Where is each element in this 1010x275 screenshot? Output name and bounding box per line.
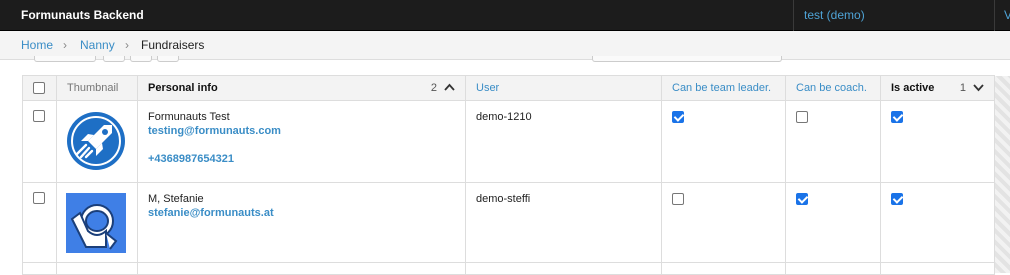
email-link[interactable]: stefanie@formunauts.at [148, 207, 455, 219]
scroll-region [994, 76, 1010, 273]
coach-cell [785, 182, 881, 263]
sort-order: 2 [430, 82, 437, 94]
column-user[interactable]: User [465, 75, 662, 101]
personal-info-cell: M, Stefanie stefanie@formunauts.at [137, 182, 466, 263]
user-cell: demo-1210 [465, 100, 662, 183]
phone-link[interactable]: +4368987654321 [148, 153, 455, 165]
topbar-menu-item[interactable]: V [1004, 8, 1010, 22]
team-leader-checkbox[interactable] [672, 111, 684, 123]
table-header-row: Thumbnail Personal info 2 User Can be te… [22, 75, 995, 101]
thumbnail-cell [56, 182, 138, 263]
active-cell [880, 100, 995, 183]
row-select-cell [22, 100, 57, 183]
top-bar: Formunauts Backend test (demo) V [0, 0, 1010, 31]
toolbar-button[interactable] [103, 56, 125, 62]
active-checkbox[interactable] [891, 111, 903, 123]
column-personal-info[interactable]: Personal info 2 [137, 75, 466, 101]
chevron-right-icon: › [63, 38, 67, 52]
coach-cell [785, 100, 881, 183]
column-is-active[interactable]: Is active 1 [880, 75, 995, 101]
email-link[interactable]: testing@formunauts.com [148, 125, 455, 137]
username: demo-steffi [476, 193, 531, 205]
search-input[interactable] [592, 56, 782, 62]
table-row[interactable]: M, Stefanie stefanie@formunauts.at demo-… [22, 182, 995, 263]
column-team-leader[interactable]: Can be team leader. [661, 75, 786, 101]
coach-checkbox[interactable] [796, 111, 808, 123]
column-label: Personal info [148, 82, 218, 94]
row-select-cell [22, 182, 57, 263]
toolbar-button[interactable] [130, 56, 152, 62]
select-all-checkbox[interactable] [33, 82, 45, 94]
rocket-icon [67, 112, 125, 170]
row-checkbox[interactable] [33, 110, 45, 122]
fundraiser-name: Formunauts Test [148, 111, 230, 123]
team-leader-cell [661, 182, 786, 263]
divider [793, 0, 794, 31]
breadcrumb-home[interactable]: Home [21, 38, 53, 52]
chevron-down-icon [973, 84, 984, 92]
team-leader-checkbox[interactable] [672, 193, 684, 205]
breadcrumb-current: Fundraisers [141, 38, 205, 52]
personal-info-cell: Formunauts Test testing@formunauts.com +… [137, 100, 466, 183]
fundraisers-table: Thumbnail Personal info 2 User Can be te… [22, 75, 995, 275]
sort-order: 1 [959, 82, 966, 94]
toolbar-button[interactable] [34, 56, 96, 62]
user-cell: demo-steffi [465, 182, 662, 263]
column-coach[interactable]: Can be coach. [785, 75, 881, 101]
column-label: Is active [891, 82, 935, 94]
fundraiser-name: M, Stefanie [148, 193, 204, 205]
select-all-cell [22, 75, 57, 101]
coach-checkbox[interactable] [796, 193, 808, 205]
user-menu[interactable]: test (demo) [804, 8, 865, 22]
row-checkbox[interactable] [33, 192, 45, 204]
sort-indicator[interactable]: 1 [960, 82, 984, 94]
username: demo-1210 [476, 111, 532, 123]
divider [994, 0, 995, 31]
app-title: Formunauts Backend [21, 8, 144, 22]
toolbar-button[interactable] [157, 56, 179, 62]
astronaut-icon [66, 193, 126, 253]
thumbnail-cell [56, 100, 138, 183]
table-row[interactable]: Formunauts Test testing@formunauts.com +… [22, 100, 995, 183]
team-leader-cell [661, 100, 786, 183]
chevron-right-icon: › [125, 38, 129, 52]
active-checkbox[interactable] [891, 193, 903, 205]
chevron-up-icon [444, 83, 455, 91]
sort-indicator[interactable]: 2 [431, 82, 455, 94]
breadcrumb-nanny[interactable]: Nanny [80, 38, 115, 52]
column-thumbnail: Thumbnail [56, 75, 138, 101]
active-cell [880, 182, 995, 263]
